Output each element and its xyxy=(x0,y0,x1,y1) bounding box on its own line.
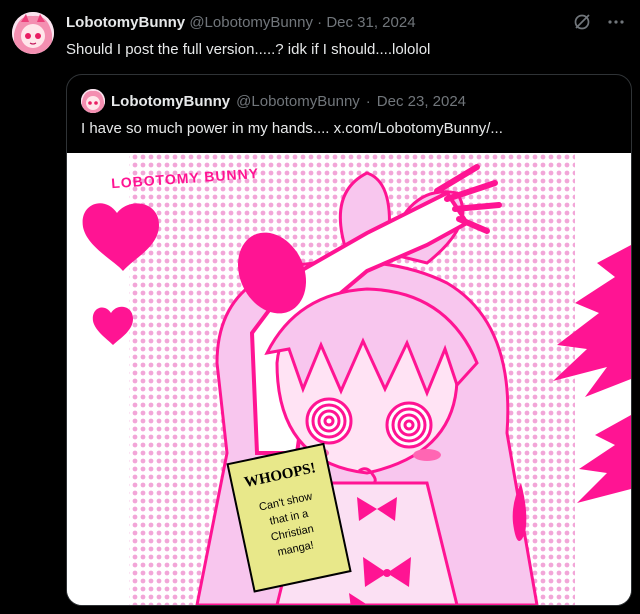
tweet-text: Should I post the full version.....? idk… xyxy=(66,41,431,58)
author-handle[interactable]: @LobotomyBunny xyxy=(189,14,313,31)
author-avatar[interactable] xyxy=(12,12,54,54)
author-name[interactable]: LobotomyBunny xyxy=(66,14,185,31)
separator: · xyxy=(317,14,323,31)
quoted-image[interactable]: LOBOTOMY BUNNY WHOOPS! Can't show that i… xyxy=(67,153,631,605)
quoted-tweet[interactable]: LobotomyBunny @LobotomyBunny · Dec 23, 2… xyxy=(66,74,632,606)
quoted-header: LobotomyBunny @LobotomyBunny · Dec 23, 2… xyxy=(81,89,466,113)
quoted-text: I have so much power in my hands.... x.c… xyxy=(81,120,503,137)
tweet: LobotomyBunny @LobotomyBunny · Dec 31, 2… xyxy=(0,0,640,614)
tweet-header: LobotomyBunny @LobotomyBunny · Dec 31, 2… xyxy=(66,14,580,32)
quoted-author-handle[interactable]: @LobotomyBunny xyxy=(236,93,360,110)
quoted-avatar[interactable] xyxy=(81,89,105,113)
more-icon[interactable] xyxy=(606,12,626,32)
spiral-eye xyxy=(305,397,353,445)
quoted-separator: · xyxy=(365,92,371,110)
spiral-eye xyxy=(385,401,433,449)
grok-icon[interactable] xyxy=(572,12,592,32)
quoted-date[interactable]: Dec 23, 2024 xyxy=(377,93,466,110)
post-date[interactable]: Dec 31, 2024 xyxy=(326,14,415,31)
quoted-author-name[interactable]: LobotomyBunny xyxy=(111,93,230,110)
tweet-actions xyxy=(572,12,626,32)
